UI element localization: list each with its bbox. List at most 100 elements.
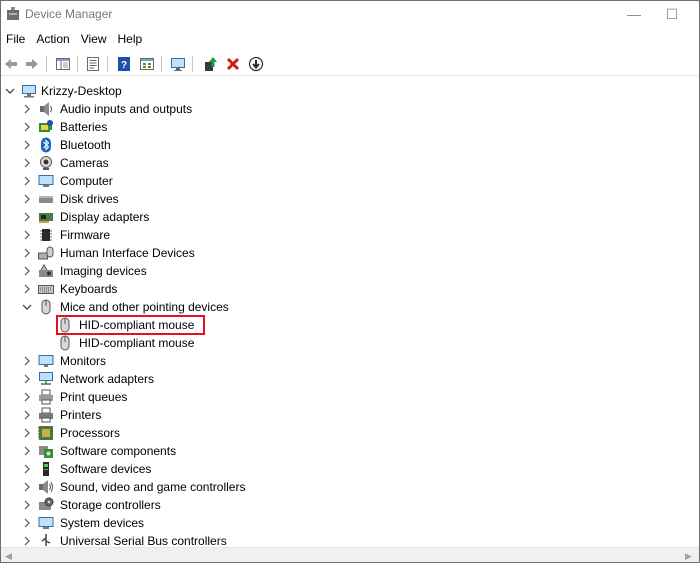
- tree-item-mice-and-other-pointing-devices[interactable]: Mice and other pointing devices: [1, 298, 401, 316]
- expand-chevron-icon[interactable]: [21, 211, 33, 223]
- tree-item-label: System devices: [60, 516, 145, 530]
- tree-item-label: Disk drives: [60, 192, 119, 206]
- device-manager-app-icon: [7, 7, 19, 20]
- tree-item-human-interface-devices[interactable]: Human Interface Devices: [1, 244, 401, 262]
- window-title: Device Manager: [25, 7, 113, 21]
- expand-chevron-icon[interactable]: [21, 283, 33, 295]
- imaging-icon: [39, 264, 53, 277]
- expand-chevron-icon[interactable]: [21, 355, 33, 367]
- expand-chevron-icon[interactable]: [21, 265, 33, 277]
- menu-view[interactable]: View: [76, 29, 113, 49]
- expand-chevron-icon[interactable]: [21, 157, 33, 169]
- expand-chevron-icon[interactable]: [21, 193, 33, 205]
- expand-chevron-icon[interactable]: [21, 103, 33, 115]
- tree-item-label: Network adapters: [60, 372, 155, 386]
- tree-item-printers[interactable]: Printers: [1, 406, 401, 424]
- expand-chevron-icon[interactable]: [21, 409, 33, 421]
- tree-root-label: Krizzy-Desktop: [41, 84, 122, 98]
- tree-item-label: Sound, video and game controllers: [60, 480, 246, 494]
- highlight-annotation: [56, 315, 205, 335]
- toolbar-separator: [77, 56, 78, 72]
- properties-button[interactable]: [83, 54, 103, 74]
- update-driver-icon: [205, 57, 217, 71]
- tree-item-imaging-devices[interactable]: Imaging devices: [1, 262, 401, 280]
- tree-item-label: Monitors: [60, 354, 107, 368]
- back-arrow-icon: [5, 59, 17, 69]
- expand-chevron-icon[interactable]: [21, 373, 33, 385]
- collapse-chevron-icon[interactable]: [4, 85, 16, 97]
- scroll-left-icon[interactable]: ◀: [5, 551, 12, 562]
- mouse-icon: [60, 335, 70, 351]
- tree-item-disk-drives[interactable]: Disk drives: [1, 190, 401, 208]
- tree-item-sound-video-and-game-controllers[interactable]: Sound, video and game controllers: [1, 478, 401, 496]
- expand-chevron-icon[interactable]: [21, 391, 33, 403]
- expand-chevron-icon[interactable]: [21, 247, 33, 259]
- expand-chevron-icon[interactable]: [21, 229, 33, 241]
- tree-item-label: Processors: [60, 426, 121, 440]
- disable-device-button[interactable]: [246, 54, 266, 74]
- tree-item-label: Storage controllers: [60, 498, 161, 512]
- menu-help[interactable]: Help: [113, 29, 149, 49]
- expand-chevron-icon[interactable]: [21, 517, 33, 529]
- back-button[interactable]: [1, 54, 21, 74]
- help-button[interactable]: ?: [114, 54, 134, 74]
- show-hide-console-tree-button[interactable]: [53, 54, 73, 74]
- camera-icon: [40, 156, 52, 170]
- tree-item-audio-inputs-and-outputs[interactable]: Audio inputs and outputs: [1, 100, 401, 118]
- collapse-chevron-icon[interactable]: [21, 301, 33, 313]
- tree-item-label: Keyboards: [60, 282, 118, 296]
- forward-button[interactable]: [22, 54, 42, 74]
- horizontal-scrollbar[interactable]: ◀ ▶: [1, 547, 699, 562]
- tree-item-software-devices[interactable]: Software devices: [1, 460, 401, 478]
- update-driver-button[interactable]: [200, 54, 220, 74]
- usb-icon: [41, 534, 51, 546]
- expand-chevron-icon[interactable]: [21, 535, 33, 546]
- maximize-icon: ☐: [665, 5, 679, 22]
- tree-item-system-devices[interactable]: System devices: [1, 514, 401, 532]
- device-manager-window: Device Manager — ☐ File Action View Help: [0, 0, 700, 563]
- tree-item-label: Computer: [60, 174, 113, 188]
- tree-item-firmware[interactable]: Firmware: [1, 226, 401, 244]
- expand-chevron-icon[interactable]: [21, 139, 33, 151]
- tree-item-label: Audio inputs and outputs: [60, 102, 193, 116]
- device-tree: Krizzy-Desktop Audio inputs and outputs: [1, 81, 699, 546]
- tree-item-keyboards[interactable]: Keyboards: [1, 280, 401, 298]
- hid-icon: [38, 246, 54, 260]
- tree-item-hid-compliant-mouse-2[interactable]: HID-compliant mouse: [1, 334, 401, 352]
- scroll-right-icon[interactable]: ▶: [685, 551, 692, 562]
- tree-root[interactable]: Krizzy-Desktop: [1, 82, 401, 100]
- expand-chevron-icon[interactable]: [21, 463, 33, 475]
- tree-item-software-components[interactable]: Software components: [1, 442, 401, 460]
- expand-chevron-icon[interactable]: [21, 427, 33, 439]
- maximize-button[interactable]: ☐: [657, 3, 687, 25]
- tree-item-label: Firmware: [60, 228, 110, 242]
- tree-item-batteries[interactable]: Batteries: [1, 118, 401, 136]
- view-button[interactable]: [137, 54, 157, 74]
- firmware-icon: [40, 229, 52, 241]
- svg-text:?: ?: [121, 60, 127, 71]
- tree-item-computer[interactable]: Computer: [1, 172, 401, 190]
- expand-chevron-icon[interactable]: [21, 445, 33, 457]
- battery-icon: [39, 120, 53, 132]
- tree-item-monitors[interactable]: Monitors: [1, 352, 401, 370]
- expand-chevron-icon[interactable]: [21, 121, 33, 133]
- minimize-button[interactable]: —: [619, 3, 649, 25]
- tree-item-universal-serial-bus-controllers[interactable]: Universal Serial Bus controllers: [1, 532, 401, 546]
- tree-item-storage-controllers[interactable]: Storage controllers: [1, 496, 401, 514]
- tree-item-display-adapters[interactable]: Display adapters: [1, 208, 401, 226]
- tree-item-processors[interactable]: Processors: [1, 424, 401, 442]
- uninstall-device-button[interactable]: [223, 54, 243, 74]
- expand-chevron-icon[interactable]: [21, 175, 33, 187]
- scan-hardware-button[interactable]: [168, 54, 188, 74]
- tree-item-bluetooth[interactable]: Bluetooth: [1, 136, 401, 154]
- expand-chevron-icon[interactable]: [21, 481, 33, 493]
- expand-chevron-icon[interactable]: [21, 499, 33, 511]
- tree-item-print-queues[interactable]: Print queues: [1, 388, 401, 406]
- tree-item-label: Software devices: [60, 462, 152, 476]
- menu-action[interactable]: Action: [31, 29, 75, 49]
- tree-item-label: Software components: [60, 444, 177, 458]
- tree-item-cameras[interactable]: Cameras: [1, 154, 401, 172]
- tree-item-network-adapters[interactable]: Network adapters: [1, 370, 401, 388]
- menu-file[interactable]: File: [1, 29, 31, 49]
- show-hide-console-tree-icon: [56, 58, 70, 70]
